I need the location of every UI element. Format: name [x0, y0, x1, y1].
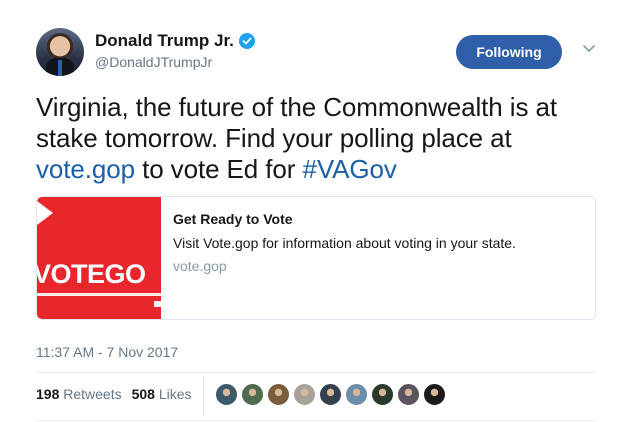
tweet-timestamp[interactable]: 11:37 AM - 7 Nov 2017	[36, 344, 178, 360]
following-button[interactable]: Following	[456, 35, 562, 69]
stats-separator	[203, 376, 204, 416]
likes-count: 508	[131, 386, 155, 402]
card-description: Visit Vote.gop for information about vot…	[173, 235, 516, 251]
avatar[interactable]	[36, 28, 84, 76]
tweet-text-part: to vote Ed for	[134, 154, 303, 184]
likes-label: Likes	[158, 386, 192, 402]
logo-underline	[37, 293, 161, 296]
liker-avatar[interactable]	[319, 383, 342, 406]
card-title: Get Ready to Vote	[173, 211, 293, 227]
liker-avatar[interactable]	[215, 383, 238, 406]
liker-avatar[interactable]	[423, 383, 446, 406]
chevron-down-icon[interactable]	[582, 44, 596, 54]
likes-stat[interactable]: 508 Likes	[132, 386, 192, 402]
card-url: vote.gop	[173, 258, 227, 274]
author-handle[interactable]: @DonaldJTrumpJr	[95, 54, 212, 70]
tweet-text: Virginia, the future of the Commonwealth…	[36, 92, 606, 185]
card-logo-text: VOTEGO	[37, 259, 146, 289]
tweet-text-part: Virginia, the future of the Commonwealth…	[36, 92, 557, 153]
liker-avatar[interactable]	[241, 383, 264, 406]
card-body: Get Ready to Vote Visit Vote.gop for inf…	[161, 197, 516, 319]
liker-avatar[interactable]	[345, 383, 368, 406]
retweets-count: 198	[36, 386, 60, 402]
play-triangle-icon	[37, 201, 53, 225]
vote-gop-link[interactable]: vote.gop	[36, 154, 135, 184]
liker-avatar[interactable]	[267, 383, 290, 406]
verified-badge-icon	[238, 33, 255, 49]
author-display-name[interactable]: Donald Trump Jr.	[95, 31, 234, 51]
author-name-row: Donald Trump Jr.	[95, 31, 255, 51]
tweet-stats: 198 Retweets 508 Likes	[36, 386, 192, 402]
liker-avatars	[215, 383, 446, 406]
retweets-stat[interactable]: 198 Retweets	[36, 386, 122, 402]
retweets-label: Retweets	[63, 386, 122, 402]
card-image[interactable]: VOTEGO	[37, 197, 161, 319]
divider	[36, 372, 596, 373]
tweet: Donald Trump Jr. @DonaldJTrumpJr Followi…	[0, 0, 634, 422]
liker-avatar[interactable]	[293, 383, 316, 406]
liker-avatar[interactable]	[371, 383, 394, 406]
link-card[interactable]: VOTEGO Get Ready to Vote Visit Vote.gop …	[36, 196, 596, 320]
liker-avatar[interactable]	[397, 383, 420, 406]
hashtag-link[interactable]: #VAGov	[302, 154, 396, 184]
divider	[36, 420, 596, 421]
logo-mark	[154, 301, 161, 307]
